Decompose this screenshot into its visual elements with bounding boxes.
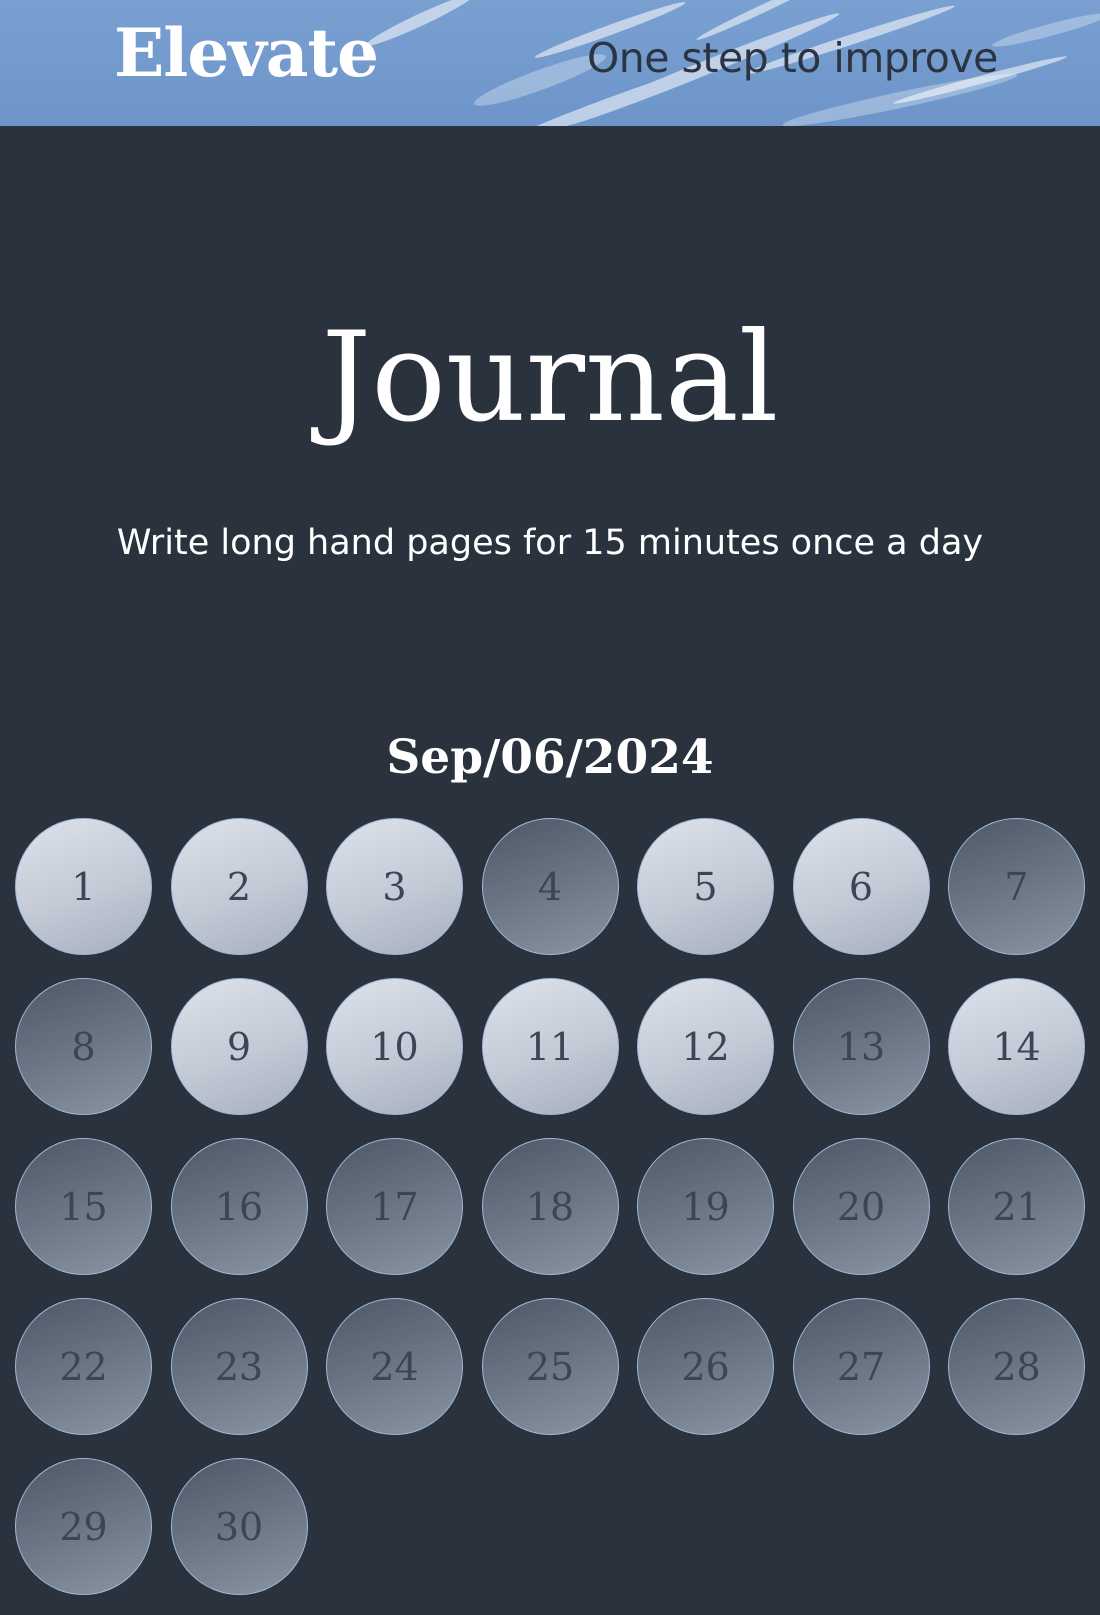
day-15-button[interactable]: 15 (15, 1138, 152, 1275)
day-5-button[interactable]: 5 (637, 818, 774, 955)
day-20-button[interactable]: 20 (792, 1138, 930, 1275)
day-30-button[interactable]: 30 (170, 1458, 308, 1595)
day-28-button[interactable]: 28 (948, 1298, 1085, 1435)
habit-description: Write long hand pages for 15 minutes onc… (116, 523, 984, 563)
header-banner: Elevate One step to improve (0, 0, 1100, 126)
day-26-button[interactable]: 26 (637, 1298, 774, 1435)
day-17-button[interactable]: 17 (326, 1138, 463, 1275)
day-3-button[interactable]: 3 (326, 818, 463, 955)
day-29-button[interactable]: 29 (15, 1458, 152, 1595)
day-25-button[interactable]: 25 (481, 1298, 619, 1435)
day-24-button[interactable]: 24 (326, 1298, 463, 1435)
day-8-button[interactable]: 8 (15, 978, 152, 1115)
day-1-button[interactable]: 1 (15, 818, 152, 955)
page-title: Journal (321, 306, 779, 450)
day-2-button[interactable]: 2 (170, 818, 308, 955)
day-4-button[interactable]: 4 (481, 818, 619, 955)
current-date: Sep/06/2024 (386, 730, 714, 785)
day-13-button[interactable]: 13 (792, 978, 930, 1115)
day-10-button[interactable]: 10 (326, 978, 463, 1115)
day-7-button[interactable]: 7 (948, 818, 1085, 955)
day-14-button[interactable]: 14 (948, 978, 1085, 1115)
day-21-button[interactable]: 21 (948, 1138, 1085, 1275)
day-12-button[interactable]: 12 (637, 978, 774, 1115)
day-19-button[interactable]: 19 (637, 1138, 774, 1275)
day-27-button[interactable]: 27 (792, 1298, 930, 1435)
day-11-button[interactable]: 11 (481, 978, 619, 1115)
day-6-button[interactable]: 6 (792, 818, 930, 955)
day-18-button[interactable]: 18 (481, 1138, 619, 1275)
day-9-button[interactable]: 9 (170, 978, 308, 1115)
day-22-button[interactable]: 22 (15, 1298, 152, 1435)
tagline: One step to improve (587, 34, 998, 82)
day-16-button[interactable]: 16 (170, 1138, 308, 1275)
day-23-button[interactable]: 23 (170, 1298, 308, 1435)
brand-logo[interactable]: Elevate (114, 14, 379, 92)
